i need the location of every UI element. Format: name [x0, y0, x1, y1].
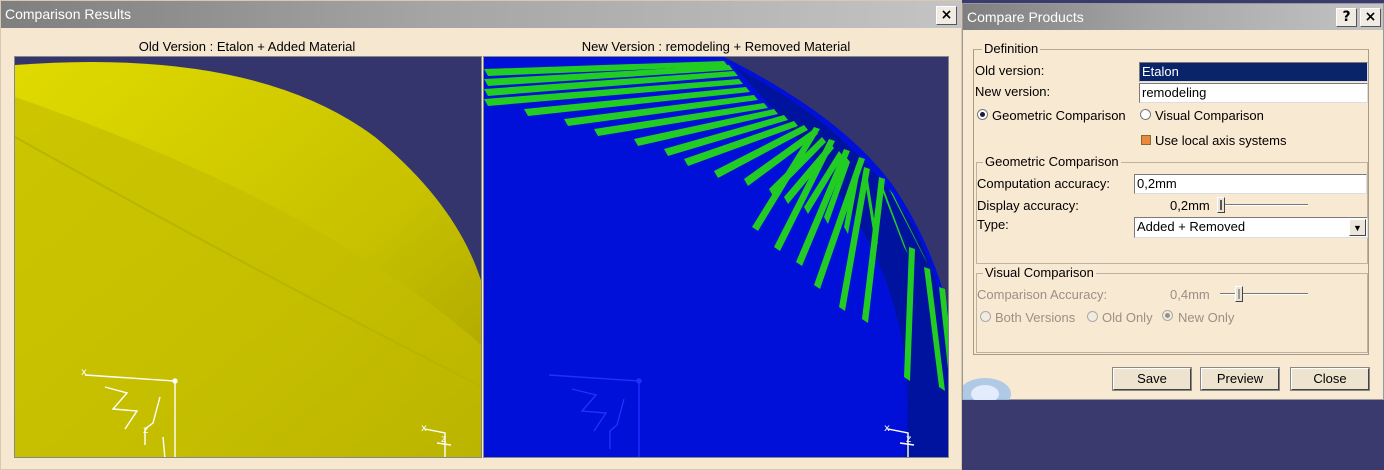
- dialog-title: Compare Products: [967, 9, 1084, 25]
- type-label: Type:: [977, 217, 1009, 232]
- type-select-value: Added + Removed: [1137, 219, 1246, 234]
- help-button[interactable]: ?: [1336, 8, 1357, 27]
- compare-products-dialog: Compare Products ? × Definition Old vers…: [962, 3, 1384, 400]
- old-version-viewport[interactable]: x z x z: [14, 56, 482, 458]
- old-version-field[interactable]: Etalon: [1139, 62, 1368, 82]
- visual-comparison-label[interactable]: Visual Comparison: [1155, 108, 1264, 123]
- local-axis-label[interactable]: Use local axis systems: [1155, 133, 1286, 148]
- comparison-accuracy-slider-track[interactable]: [1220, 293, 1308, 295]
- comparison-results-window: Comparison Results × Old Version : Etalo…: [0, 0, 962, 470]
- preview-button[interactable]: Preview: [1200, 367, 1280, 391]
- new-only-label[interactable]: New Only: [1178, 310, 1234, 325]
- comparison-accuracy-value: 0,4mm: [1170, 287, 1210, 302]
- catia-compass-icon: [963, 378, 1011, 400]
- both-versions-radio[interactable]: [980, 311, 991, 322]
- results-close-button[interactable]: ×: [936, 6, 957, 25]
- geometric-group-title: Geometric Comparison: [983, 154, 1121, 169]
- display-accuracy-slider-thumb[interactable]: [1217, 197, 1225, 213]
- computation-accuracy-field[interactable]: 0,2mm: [1134, 174, 1367, 194]
- type-select[interactable]: Added + Removed ▼: [1134, 217, 1368, 238]
- geometric-comparison-label[interactable]: Geometric Comparison: [992, 108, 1126, 123]
- close-button[interactable]: Close: [1290, 367, 1370, 391]
- save-button[interactable]: Save: [1112, 367, 1192, 391]
- display-accuracy-slider-track[interactable]: [1218, 204, 1308, 206]
- new-version-field[interactable]: remodeling: [1139, 83, 1368, 103]
- comparison-accuracy-label: Comparison Accuracy:: [977, 287, 1108, 302]
- geometric-comparison-radio[interactable]: [977, 109, 988, 120]
- definition-group-title: Definition: [982, 41, 1041, 56]
- old-version-render: x z x z: [15, 57, 481, 457]
- old-axis-z-label: z: [143, 425, 148, 436]
- display-accuracy-label: Display accuracy:: [977, 198, 1079, 213]
- comparison-accuracy-slider-thumb[interactable]: [1235, 286, 1243, 302]
- new-version-render: x z: [484, 57, 948, 457]
- new-version-caption: New Version : remodeling + Removed Mater…: [581, 39, 851, 54]
- old-only-label[interactable]: Old Only: [1102, 310, 1153, 325]
- dialog-close-button[interactable]: ×: [1360, 8, 1381, 27]
- both-versions-label[interactable]: Both Versions: [995, 310, 1075, 325]
- new-version-viewport[interactable]: x z: [483, 56, 949, 458]
- computation-accuracy-label: Computation accuracy:: [977, 176, 1110, 191]
- dialog-titlebar[interactable]: Compare Products: [963, 4, 1383, 30]
- old-axis-x-label: x: [81, 367, 87, 378]
- new-axis2-x-label: x: [884, 423, 890, 434]
- new-version-label: New version:: [975, 84, 1051, 99]
- display-accuracy-value: 0,2mm: [1170, 198, 1210, 213]
- visual-comparison-radio[interactable]: [1140, 109, 1151, 120]
- workspace-background: [962, 400, 1384, 470]
- old-only-radio[interactable]: [1087, 311, 1098, 322]
- new-axis2-z-label: z: [906, 434, 911, 445]
- new-only-radio[interactable]: [1162, 310, 1173, 321]
- results-title: Comparison Results: [5, 6, 132, 22]
- old-version-caption: Old Version : Etalon + Added Material: [138, 39, 356, 54]
- results-titlebar[interactable]: Comparison Results: [1, 1, 961, 28]
- old-axis2-x-label: x: [421, 423, 427, 434]
- chevron-down-icon[interactable]: ▼: [1349, 219, 1366, 236]
- visual-group-title: Visual Comparison: [983, 265, 1096, 280]
- old-axis2-z-label: z: [441, 434, 446, 445]
- local-axis-checkbox[interactable]: [1141, 135, 1151, 145]
- old-version-label: Old version:: [975, 63, 1045, 78]
